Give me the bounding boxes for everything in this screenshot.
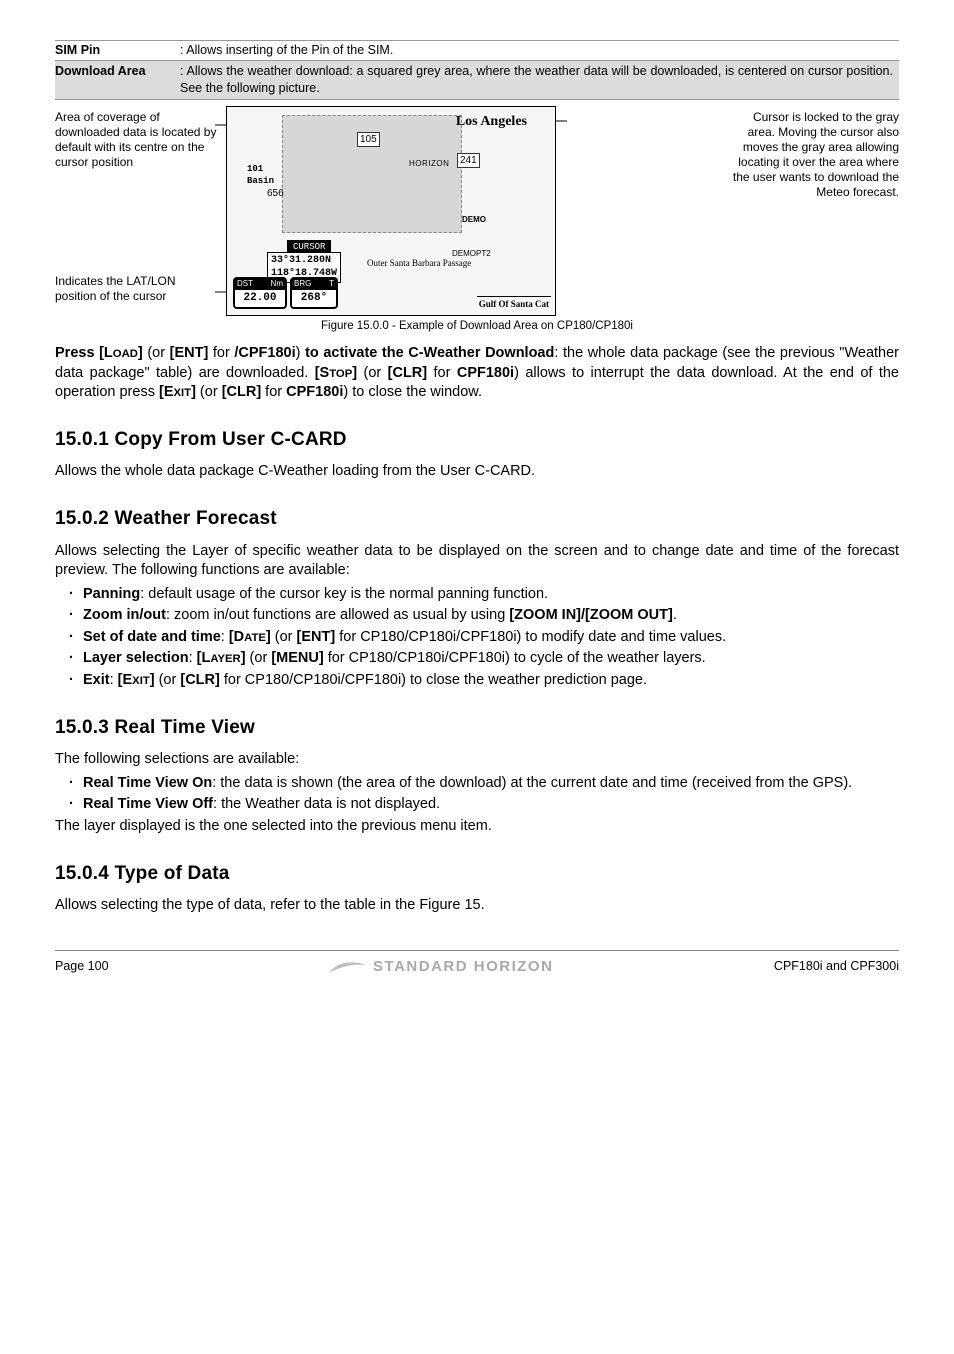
list-item: Exit: [EXIT] (or [CLR] for CP180/CP180i/… [69,671,899,691]
section-3-text2: The layer displayed is the one selected … [55,817,899,837]
map-screenshot: Los Angeles 105 241 101 Basin 656 HORIZO… [226,106,556,316]
figure-caption: Figure 15.0.0 - Example of Download Area… [55,319,899,335]
footer-model: CPF180i and CPF300i [774,958,899,975]
bar-dst: DST [237,279,253,290]
section-2-list: Panning: default usage of the cursor key… [69,585,899,691]
page-footer: Page 100 STANDARD HORIZON CPF180i and CP… [55,950,899,977]
figure-left-caption-top: Area of coverage of downloaded data is l… [55,106,220,170]
figure-left-caption-bottom: Indicates the LAT/LON position of the cu… [55,270,220,304]
bar-nm: Nm [271,279,283,290]
list-item: Layer selection: [LAYER] (or [MENU] for … [69,649,899,669]
section-1-heading: 15.0.1 Copy From User C-CARD [55,427,899,453]
map-demo: DEMO [462,215,486,226]
section-4-heading: 15.0.4 Type of Data [55,861,899,887]
bar-val1: 22.00 [235,290,285,307]
section-3-list: Real Time View On: the data is shown (th… [69,774,899,815]
main-paragraph: Press [LOAD] (or [ENT] for /CPF180i) to … [55,344,899,403]
figure-right-caption: Cursor is locked to the gray area. Movin… [729,106,899,200]
map-horizon: HORIZON [409,159,449,170]
bar-t: T [329,279,334,290]
list-item: Zoom in/out: zoom in/out functions are a… [69,606,899,626]
section-4-text: Allows selecting the type of data, refer… [55,896,899,916]
section-3-heading: 15.0.3 Real Time View [55,715,899,741]
section-3-text: The following selections are available: [55,750,899,770]
map-gulf: Gulf Of Santa Cat [477,296,551,310]
definitions-table: SIM Pin : Allows inserting of the Pin of… [55,41,899,100]
page-number: Page 100 [55,958,109,975]
dlarea-term: Download Area [55,60,180,99]
list-item: Set of date and time: [DATE] (or [ENT] f… [69,628,899,648]
section-1-text: Allows the whole data package C-Weather … [55,462,899,482]
simpin-term: SIM Pin [55,41,180,60]
swoosh-icon [329,959,367,975]
map-demopt: DEMOPT2 [452,249,491,260]
figure-area: Area of coverage of downloaded data is l… [55,106,899,335]
bar-brg: BRG [294,279,311,290]
simpin-desc: : Allows inserting of the Pin of the SIM… [180,41,899,60]
list-item: Real Time View Off: the Weather data is … [69,795,899,815]
section-2-text: Allows selecting the Layer of specific w… [55,542,899,581]
bar-val2: 268° [292,290,336,307]
brand-text: STANDARD HORIZON [373,957,553,977]
list-item: Panning: default usage of the cursor key… [69,585,899,605]
list-item: Real Time View On: the data is shown (th… [69,774,899,794]
map-city: Los Angeles [456,113,527,132]
map-n241: 241 [457,153,480,169]
section-2-heading: 15.0.2 Weather Forecast [55,506,899,532]
map-n105: 105 [357,132,380,148]
map-lat: 33°31.280N [271,254,337,268]
dlarea-desc: : Allows the weather download: a squared… [180,60,899,99]
map-n656: 656 [267,187,284,201]
map-basin: 101 Basin [247,163,274,187]
brand-logo: STANDARD HORIZON [329,957,553,977]
